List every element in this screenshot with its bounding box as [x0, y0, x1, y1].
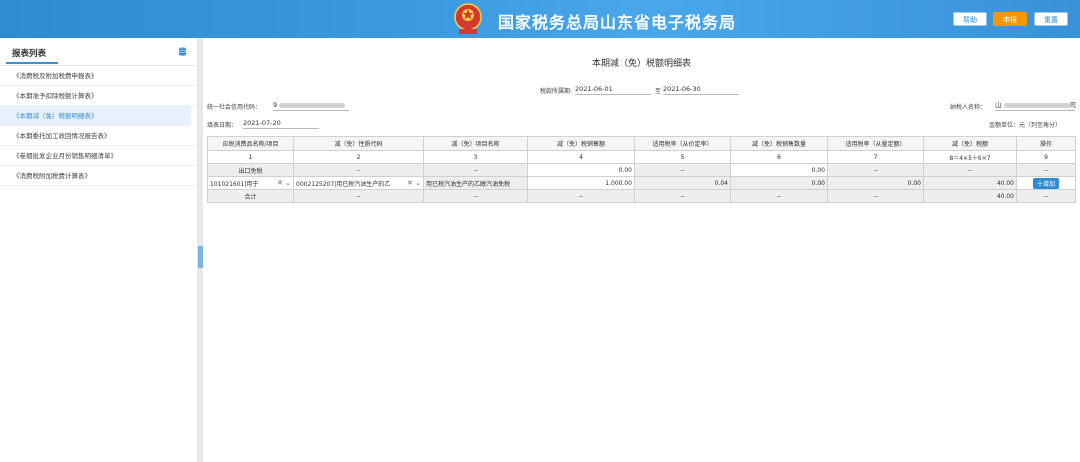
- table-cell: 6: [730, 150, 828, 164]
- sidebar-item-tax-reduction-detail[interactable]: 《本期减（免）税额明细表》: [0, 106, 191, 126]
- column-header: 适用税率（从价定率）: [634, 136, 731, 151]
- table-cell: --: [293, 189, 424, 203]
- table-cell: 合计: [207, 189, 294, 203]
- sidebar-title-underline: [6, 62, 58, 64]
- column-header: 减（免）项目名称: [423, 136, 528, 151]
- reduction-name-cell: 用已税汽油生产的乙醇汽油免税: [423, 176, 528, 190]
- tax-emblem-icon: [454, 3, 482, 34]
- declare-button[interactable]: 申报: [993, 12, 1027, 26]
- product-select[interactable]: 101021601|用于 ✕ ⌄: [207, 176, 294, 190]
- clear-chevron-icon[interactable]: ✕ ⌄: [277, 179, 291, 187]
- column-header: 减（免）税额: [923, 136, 1017, 151]
- taxpayer-name-label: 纳税人名称：: [950, 104, 987, 111]
- period-label: 税款所属期:: [540, 88, 573, 95]
- table-cell: 4: [527, 150, 635, 164]
- table-cell: --: [293, 163, 424, 177]
- reduction-tax-cell: 40.00: [923, 176, 1017, 190]
- credit-code-label: 统一社会信用代码：: [207, 104, 262, 111]
- reduction-code-select[interactable]: 0002125207|用已税汽油生产的乙 ✕ ⌄: [293, 176, 424, 190]
- site-title: 国家税务总局山东省电子税务局: [498, 13, 737, 32]
- sidebar-title: 报表列表: [12, 49, 47, 59]
- table-cell: --: [827, 163, 924, 177]
- column-header: 应税消费品名称/项目: [207, 136, 294, 151]
- fill-date-label: 填表日期：: [207, 122, 238, 129]
- column-header: 操作: [1016, 136, 1076, 151]
- report-list-sidebar: 报表列表 《消费税及附加税费申报表》 《本期准予扣除税额计算表》 《本期减（免）…: [0, 38, 198, 462]
- reset-button[interactable]: 重置: [1034, 12, 1068, 26]
- sidebar-item-consumption-tax-return[interactable]: 《消费税及附加税费申报表》: [0, 66, 197, 86]
- table-cell: --: [730, 189, 828, 203]
- table-cell: 7: [827, 150, 924, 164]
- sidebar-item-cigarette-sales[interactable]: 《卷烟批发企业月份销售明细清单》: [0, 146, 197, 166]
- clear-chevron-icon[interactable]: ✕ ⌄: [407, 179, 421, 187]
- fill-date-field[interactable]: 2021-07-20: [243, 118, 319, 129]
- masked-value: [279, 102, 346, 108]
- table-cell: --: [423, 163, 528, 177]
- masked-value: [1003, 102, 1070, 108]
- header-row: 应税消费品名称/项目 减（免）性质代码 减（免）项目名称 减（免）税销售额 适用…: [207, 136, 1076, 151]
- credit-code-field: 9: [273, 100, 349, 111]
- table-cell: 3: [423, 150, 528, 164]
- form-title: 本期减（免）税额明细表: [591, 59, 691, 69]
- table-cell: --: [1016, 163, 1076, 177]
- specific-rate-cell: 0.00: [827, 176, 924, 190]
- table-cell: 1: [207, 150, 294, 164]
- table-cell: --: [634, 163, 731, 177]
- amount-unit-label: 金额单位：元（列至角分）: [989, 122, 1062, 129]
- sidebar-header: 报表列表: [0, 38, 197, 66]
- period-to-label: 至: [655, 88, 662, 95]
- column-header: 减（免）税销售数量: [730, 136, 828, 151]
- table-cell: --: [423, 189, 528, 203]
- sidebar-item-processing-report[interactable]: 《本期委托加工收回情况报告表》: [0, 126, 197, 146]
- export-exempt-row: 出口免税 -- -- 0.00 -- 0.00 -- -- --: [207, 163, 1076, 177]
- column-header: 减（免）税销售额: [527, 136, 635, 151]
- total-row: 合计 -- -- -- -- -- -- 40.00 --: [207, 189, 1076, 203]
- column-header: 适用税率（从量定额）: [827, 136, 924, 151]
- table-cell: --: [527, 189, 635, 203]
- taxpayer-name-field: 山司: [995, 101, 1076, 111]
- action-cell: 十增加: [1016, 176, 1076, 190]
- sidebar-item-surcharge-calc[interactable]: 《消费税附加税费计算表》: [0, 166, 197, 186]
- database-icon[interactable]: [178, 47, 187, 56]
- add-row-button[interactable]: 十增加: [1032, 177, 1059, 189]
- table-cell: 5: [634, 150, 731, 164]
- reduction-qty-input[interactable]: 0.00: [730, 176, 828, 190]
- period-end-field[interactable]: 2021-06-30: [663, 84, 739, 95]
- data-row: 101021601|用于 ✕ ⌄ 0002125207|用已税汽油生产的乙 ✕ ⌄ …: [207, 176, 1076, 190]
- ad-valorem-rate-cell: 0.04: [634, 176, 731, 190]
- reduction-sales-input[interactable]: 1,000.00: [527, 176, 635, 190]
- table-cell: --: [827, 189, 924, 203]
- table-cell: 9: [1016, 150, 1076, 164]
- export-sales-input[interactable]: 0.00: [527, 163, 635, 177]
- table-cell: 8＝4×5＋6×7: [923, 150, 1017, 164]
- table-cell: 2: [293, 150, 424, 164]
- period-start-field[interactable]: 2021-06-01: [575, 84, 651, 95]
- table-cell: --: [1016, 189, 1076, 203]
- table-cell: --: [634, 189, 731, 203]
- reduction-table: 应税消费品名称/项目 减（免）性质代码 减（免）项目名称 减（免）税销售额 适用…: [207, 136, 1076, 203]
- form-area: 本期减（免）税额明细表 税款所属期: 2021-06-01 至 2021-06-…: [203, 38, 1080, 462]
- total-tax-cell: 40.00: [923, 189, 1017, 203]
- index-row: 1 2 3 4 5 6 7 8＝4×5＋6×7 9: [207, 150, 1076, 164]
- table-cell: 出口免税: [207, 163, 294, 177]
- export-qty-input[interactable]: 0.00: [730, 163, 828, 177]
- column-header: 减（免）性质代码: [293, 136, 424, 151]
- table-cell: --: [923, 163, 1017, 177]
- top-header: 国家税务总局山东省电子税务局 帮助 申报 重置: [0, 0, 1080, 38]
- sidebar-item-deductible-tax[interactable]: 《本期准予扣除税额计算表》: [0, 86, 197, 106]
- help-button[interactable]: 帮助: [953, 12, 987, 26]
